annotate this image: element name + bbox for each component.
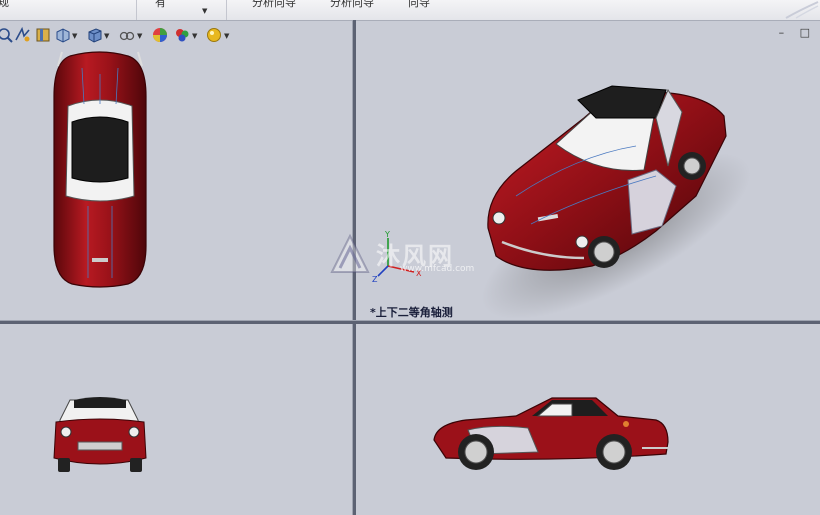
brand-logo-icon [785, 1, 819, 19]
car-model-top[interactable] [53, 51, 147, 288]
toolbar-item-1[interactable]: 有 [155, 0, 166, 10]
watermark-logo-icon [330, 233, 370, 273]
viewport-top-view[interactable] [0, 46, 352, 320]
viewport-front-view[interactable] [0, 324, 352, 515]
display-style-icon[interactable] [118, 26, 136, 44]
apply-scene-icon[interactable] [205, 26, 223, 44]
section-view-icon[interactable] [54, 26, 72, 44]
chevron-down-icon[interactable]: ▼ [72, 32, 77, 40]
watermark-url: www.mfcad.com [400, 264, 475, 274]
toolbar-item-0[interactable]: 规 [0, 0, 9, 10]
toolbar-item-3[interactable]: 分析向导 [330, 0, 374, 10]
chevron-down-icon[interactable]: ▼ [104, 32, 109, 40]
zoom-to-fit-icon[interactable] [0, 26, 14, 44]
toolbar-separator [226, 0, 227, 20]
viewport-right-view[interactable] [356, 324, 820, 515]
toolbar-item-2[interactable]: 分析向导 [252, 0, 296, 10]
chevron-down-icon[interactable]: ▼ [192, 32, 197, 40]
axis-z-label: Z [372, 275, 378, 284]
hide-show-icon[interactable] [151, 26, 169, 44]
heads-up-view-toolbar: ▼ ▼ ▼ ▼ ▼ [0, 26, 240, 46]
chevron-down-icon[interactable]: ▼ [224, 32, 229, 40]
active-view-label: *上下二等角轴测 [370, 306, 453, 319]
car-model-side[interactable] [433, 397, 669, 470]
view-orientation-icon[interactable] [86, 26, 104, 44]
toolbar-separator [136, 0, 137, 20]
previous-view-icon[interactable] [34, 26, 52, 44]
chevron-down-icon[interactable]: ▼ [137, 32, 142, 40]
zoom-area-icon[interactable] [14, 26, 32, 44]
car-model-front[interactable] [53, 397, 147, 472]
command-manager-toolbar: 规 有 ▼ 分析向导 分析向导 向导 [0, 0, 820, 21]
chevron-down-icon[interactable]: ▼ [202, 7, 207, 15]
viewport-window-controls[interactable]: – □ [779, 26, 816, 39]
toolbar-item-4[interactable]: 向导 [408, 0, 430, 10]
edit-appearance-icon[interactable] [173, 26, 191, 44]
